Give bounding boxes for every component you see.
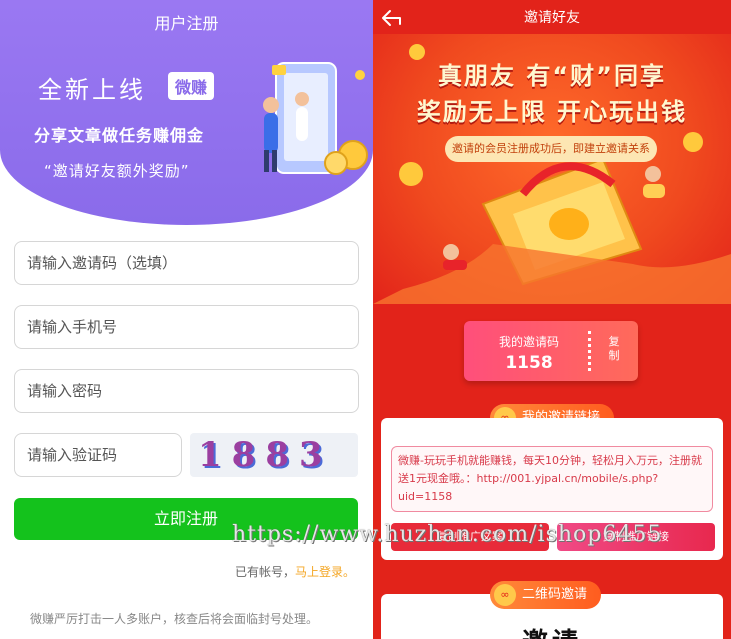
password-field[interactable]	[14, 369, 359, 413]
invite-code-field[interactable]	[14, 241, 359, 285]
password-input[interactable]	[15, 370, 358, 412]
invite-link-text[interactable]: 微赚-玩玩手机就能赚钱，每天10分钟，轻松月入万元，注册就送1元现金哦。：htt…	[391, 446, 713, 512]
captcha-image[interactable]: 1883	[190, 433, 358, 477]
phone-input[interactable]	[15, 306, 358, 348]
invite-title: 邀请好友	[524, 10, 580, 26]
my-invite-code-card: 我的邀请码 1158 复制	[464, 321, 638, 381]
login-link[interactable]: 马上登录。	[295, 565, 355, 579]
ticket-divider	[588, 331, 592, 371]
link-icon: ∞	[494, 584, 516, 606]
phone-field[interactable]	[14, 305, 359, 349]
invite-panel: 邀请好友 真朋友 有“财”同享 奖励无上限 开心玩出钱 邀请的会员注册成功后，即…	[373, 0, 731, 639]
register-panel: 用户注册 全新上线 微赚 分享文章做任务赚佣金 “邀请好友额外奖励” 1883 …	[0, 0, 373, 639]
invite-headline-1: 真朋友 有“财”同享	[438, 62, 666, 90]
qr-section-title: ∞ 二维码邀请	[490, 581, 602, 609]
captcha-field[interactable]	[14, 433, 182, 477]
copy-invite-link-button[interactable]: 复制推广链接	[557, 523, 715, 551]
banner-headline: 全新上线	[38, 76, 146, 104]
copy-ad-text-button[interactable]: 复制推广文案	[391, 523, 549, 551]
my-invite-code-label: 我的邀请码	[498, 335, 559, 349]
login-prompt: 已有帐号，马上登录。	[235, 563, 355, 580]
has-account-text: 已有帐号，	[234, 565, 295, 579]
register-submit-button[interactable]: 立即注册	[14, 498, 358, 540]
banner-invite-line: “邀请好友额外奖励”	[44, 162, 190, 180]
invite-code-input[interactable]	[15, 242, 358, 284]
qr-section-label: 二维码邀请	[522, 587, 588, 602]
banner-subline: 分享文章做任务赚佣金	[34, 126, 205, 145]
qr-invite-big-text: 邀请	[381, 622, 723, 639]
invite-headline-2: 奖励无上限 开心玩出钱	[416, 98, 688, 126]
copy-code-button[interactable]: 复制	[605, 335, 623, 363]
invite-rule-pill: 邀请的会员注册成功后，即建立邀请关系	[445, 136, 657, 162]
register-title: 用户注册	[154, 14, 219, 33]
my-invite-code-value: 1158	[505, 353, 553, 373]
anti-fraud-notice: 微赚严厉打击一人多账户，核查后将会面临封号处理。	[30, 612, 319, 626]
captcha-text: 1883	[198, 435, 333, 475]
captcha-input[interactable]	[15, 434, 181, 476]
invite-link-card: 微赚-玩玩手机就能赚钱，每天10分钟，轻松月入万元，注册就送1元现金哦。：htt…	[381, 418, 723, 560]
brand-badge: 微赚	[168, 72, 215, 100]
